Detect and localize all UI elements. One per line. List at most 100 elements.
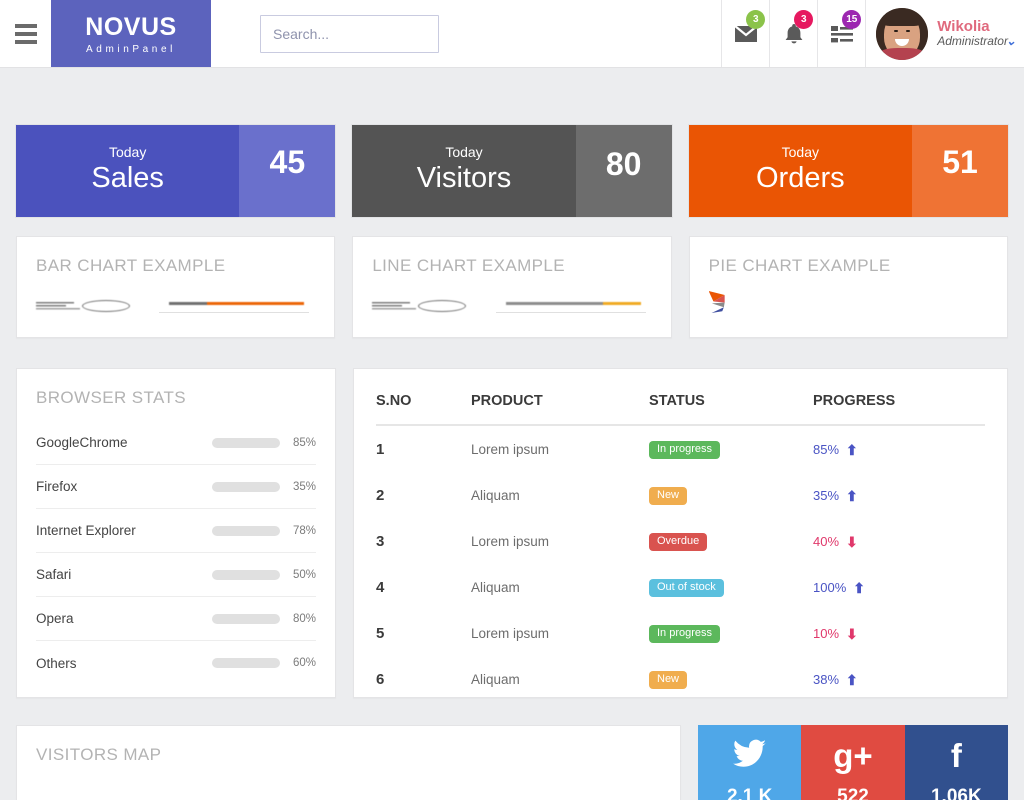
bell-icon[interactable]: 3 — [769, 0, 817, 67]
social-tile-facebook[interactable]: f 1.06K — [904, 725, 1008, 800]
cell-status: Overdue — [649, 518, 813, 564]
browser-percent: 35% — [292, 480, 316, 493]
stat-label: Visitors — [416, 161, 512, 194]
progress-value: 40% — [813, 534, 840, 549]
stat-card-orders[interactable]: Today Orders 51 — [688, 125, 1008, 217]
cell-sno: 1 — [376, 441, 385, 458]
twitter-count: 2.1 K — [726, 786, 773, 800]
user-text: Wikolia Administrator⌄ — [937, 18, 1016, 49]
table-row[interactable]: 5 Lorem ipsum In progress 10% ⬇ — [376, 610, 985, 656]
gplus-count: 522 — [837, 786, 869, 800]
cell-progress: 35% ⬆ — [813, 472, 985, 518]
avatar — [876, 7, 929, 60]
browser-progress-bar — [212, 613, 280, 624]
cell-sno: 4 — [376, 579, 385, 596]
progress-value-wrap: 100% ⬆ — [813, 580, 985, 595]
cell-product: Aliquam — [471, 672, 520, 687]
visitors-map-panel: VISITORS MAP — [16, 725, 681, 800]
table-row[interactable]: 3 Lorem ipsum Overdue 40% ⬇ — [376, 518, 985, 564]
brand-title: NOVUS — [85, 13, 177, 42]
stat-card-visitors[interactable]: Today Visitors 80 — [352, 125, 672, 217]
charts-row: BAR CHART EXAMPLE LINE CHART EXAMPLE PIE… — [16, 236, 1008, 338]
status-badge: In progress — [649, 440, 721, 459]
chevron-down-icon[interactable]: ⌄ — [1006, 34, 1016, 48]
browser-stats-panel: BROWSER STATS GoogleChrome 85% Firefox 35% I… — [16, 368, 336, 698]
brand-subtitle: AdminPanel — [86, 43, 176, 55]
status-badge: New — [649, 486, 688, 505]
bar-chart-title: BAR CHART EXAMPLE — [36, 256, 226, 275]
browser-name: Internet Explorer — [36, 523, 136, 538]
browser-percent: 80% — [292, 612, 316, 625]
status-badge: Out of stock — [649, 578, 724, 597]
cell-product: Aliquam — [471, 580, 520, 595]
trend-up-icon: ⬆ — [846, 487, 858, 504]
status-badge: Overdue — [649, 532, 708, 551]
twitter-icon — [732, 739, 767, 772]
column-header-sno[interactable]: S.NO — [376, 369, 471, 426]
cell-status: Out of stock — [649, 564, 813, 610]
browser-name: Safari — [36, 567, 72, 582]
social-tile-twitter[interactable]: 2.1 K — [698, 725, 802, 800]
trend-down-icon: ⬇ — [846, 533, 858, 550]
cell-progress: 85% ⬆ — [813, 425, 985, 472]
table-row[interactable]: 1 Lorem ipsum In progress 85% ⬆ — [376, 425, 985, 472]
browser-stat-row: Opera 80% — [36, 597, 316, 641]
mail-badge: 3 — [746, 10, 766, 29]
stat-main: Today Sales — [16, 125, 240, 217]
progress-value-wrap: 38% ⬆ — [813, 672, 985, 687]
status-badge: In progress — [649, 624, 721, 643]
column-header-product[interactable]: PRODUCT — [471, 369, 649, 426]
brand-logo[interactable]: NOVUS AdminPanel — [51, 0, 211, 67]
pie-chart-canvas — [708, 291, 725, 313]
cell-product: Lorem ipsum — [471, 442, 550, 457]
cell-progress: 38% ⬆ — [813, 656, 985, 702]
line-series-stub — [495, 297, 646, 313]
browser-name: Others — [36, 655, 77, 671]
table-row[interactable]: 6 Aliquam New 38% ⬆ — [376, 656, 985, 702]
table-row[interactable]: 2 Aliquam New 35% ⬆ — [376, 472, 985, 518]
user-menu[interactable]: Wikolia Administrator⌄ — [865, 0, 1024, 67]
line-chart-canvas — [372, 293, 651, 317]
middle-row: BROWSER STATS GoogleChrome 85% Firefox 35% I… — [16, 368, 1008, 698]
table-body: 1 Lorem ipsum In progress 85% ⬆ 2 Aliquam New 35… — [376, 425, 985, 702]
table-row[interactable]: 4 Aliquam Out of stock 100% ⬆ — [376, 564, 985, 610]
stat-card-sales[interactable]: Today Sales 45 — [16, 125, 336, 217]
page-content: Today Sales 45 Today Visitors 80 Today O… — [0, 125, 1024, 800]
browser-stat-row: Internet Explorer 78% — [36, 509, 316, 553]
bar-series-stub — [159, 297, 310, 313]
column-header-status[interactable]: STATUS — [649, 369, 813, 426]
stat-value: 45 — [239, 125, 336, 217]
progress-value-wrap: 40% ⬇ — [813, 534, 985, 549]
browser-name: Firefox — [36, 479, 78, 494]
browser-stat-row: Safari 50% — [36, 553, 316, 597]
progress-value: 38% — [813, 672, 840, 687]
user-role: Administrator — [937, 34, 1008, 49]
browser-progress-bar — [212, 658, 280, 668]
cell-sno: 5 — [376, 625, 385, 642]
progress-value: 100% — [813, 580, 847, 595]
pie-chart-title: PIE CHART EXAMPLE — [708, 256, 891, 275]
stat-main: Today Orders — [688, 125, 912, 217]
mail-icon[interactable]: 3 — [721, 0, 769, 67]
progress-value-wrap: 10% ⬇ — [813, 626, 985, 641]
navbar-right: 3 3 15 Wikolia Administrator⌄ — [721, 0, 1024, 67]
search-input[interactable] — [260, 14, 439, 53]
cell-status: In progress — [649, 425, 813, 472]
top-navbar: NOVUS AdminPanel 3 3 — [0, 0, 1024, 68]
hamburger-icon[interactable] — [0, 0, 51, 67]
cell-product: Lorem ipsum — [471, 534, 550, 549]
search-area — [211, 0, 439, 67]
chart-legend-stub — [372, 299, 473, 312]
products-table: S.NO PRODUCT STATUS PROGRESS 1 Lorem ipsu… — [376, 369, 985, 702]
browser-percent: 50% — [292, 568, 316, 581]
browser-stat-row: Firefox 35% — [36, 465, 316, 509]
products-table-panel: S.NO PRODUCT STATUS PROGRESS 1 Lorem ipsu… — [353, 368, 1008, 698]
tasks-icon[interactable]: 15 — [817, 0, 865, 67]
user-role-line: Administrator⌄ — [937, 34, 1016, 49]
stat-value: 80 — [575, 125, 672, 217]
stat-value: 51 — [911, 125, 1008, 217]
column-header-progress[interactable]: PROGRESS — [813, 369, 985, 426]
social-tile-gplus[interactable]: g+ 522 — [801, 725, 905, 800]
stat-main: Today Visitors — [352, 125, 576, 217]
bottom-row: VISITORS MAP 2.1 K g+ 522 f 1.06K — [16, 725, 1008, 800]
